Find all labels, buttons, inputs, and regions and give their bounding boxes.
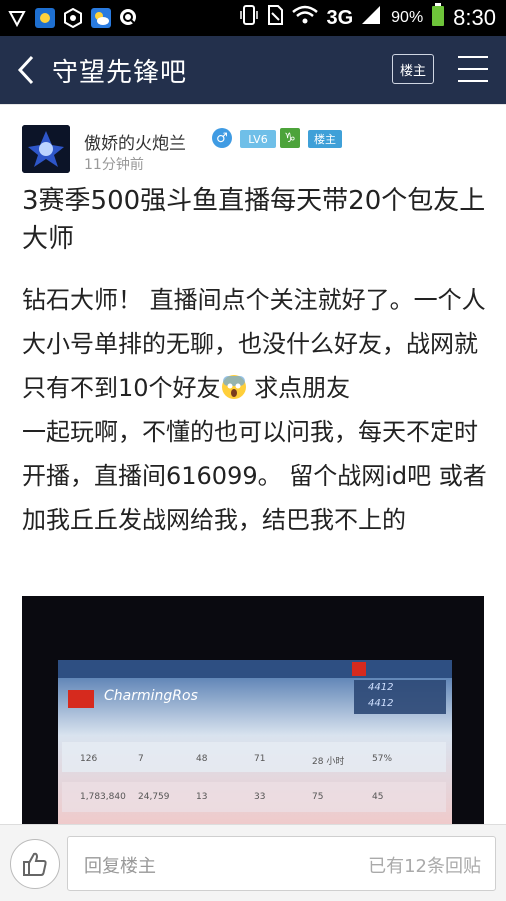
photo-player-name: CharmingRos [104,688,198,704]
reply-bar: 回复楼主 已有12条回贴 [0,824,506,901]
author-name[interactable]: 傲娇的火炮兰 [84,129,186,154]
owner-badge: 楼主 [308,130,342,148]
vibrate-icon [240,4,259,32]
photo-stat: 7 [138,754,144,764]
post-body: 钻石大师！ 直播间点个关注就好了。一个人大小号单排的无聊，也没什么好友，战网就只… [22,278,496,542]
post-author: 傲娇的火炮兰 ♂ LV6 ♑ 楼主 11分钟前 [22,125,492,175]
photo-stat: 75 [312,792,324,802]
photo-stat: 28 小时 [312,757,345,767]
weather-sun-icon [34,7,56,29]
post-body-text-3: 一起玩啊，不懂的也可以问我，每天不定时开播，直播间616099。 留个战网id吧… [22,418,487,534]
back-button[interactable] [4,36,48,104]
clock: 8:30 [453,5,496,30]
avatar[interactable] [22,125,70,173]
photo-stat: 57% [372,754,393,764]
reply-input[interactable]: 回复楼主 已有12条回贴 [67,836,496,891]
post-body-paragraph: 钻石大师！ 直播间点个关注就好了。一个人大小号单排的无聊，也没什么好友，战网就只… [22,278,496,410]
signal-icon [361,5,383,31]
settings-hex-icon [62,7,84,29]
reply-count: 已有12条回贴 [368,856,481,877]
no-sim-icon [266,4,284,32]
battery-icon [431,3,445,33]
post-body-paragraph-2: 一起玩啊，不懂的也可以问我，每天不定时开播，直播间616099。 留个战网id吧… [22,410,496,542]
search-bubble-icon [118,7,140,29]
photo-stat: 71 [254,754,266,764]
menu-icon [458,56,488,58]
network-type: 3G [326,6,354,29]
chevron-left-icon [17,55,34,85]
only-owner-button[interactable]: 楼主 [392,54,434,84]
divider [0,104,506,105]
avatar-image [22,125,70,173]
post-title: 3赛季500强斗鱼直播每天带20个包友上大师 [22,186,486,254]
photo-stat: 33 [254,792,266,802]
photo-sr-2: 4412 [368,698,394,709]
photo-stat: 126 [80,754,98,764]
weather-cloud-icon [90,7,112,29]
shield-icon [6,7,28,29]
post-image[interactable]: CharmingRos 4412 4412 126 7 48 71 28 小时 … [22,596,484,824]
post-body-text-2: 求点朋友 [246,374,351,402]
capricorn-icon: ♑ [280,128,300,148]
like-button[interactable] [10,839,60,889]
nav-bar: 守望先锋吧 楼主 [0,36,506,104]
male-icon: ♂ [212,128,232,148]
menu-button[interactable] [458,56,488,82]
post-time: 11分钟前 [84,157,144,173]
photo-stat: 1,783,840 [80,792,126,802]
photo-stat: 13 [196,792,208,802]
forum-title: 守望先锋吧 [52,57,188,88]
photo-stat: 45 [372,792,384,802]
status-bar: 3G 90% 8:30 [0,0,506,36]
level-badge: LV6 [240,130,276,148]
scared-emoji-icon [221,375,246,399]
wifi-icon [292,5,319,31]
photo-sr-1: 4412 [368,682,394,693]
reply-placeholder: 回复楼主 [84,856,156,877]
photo-stat: 24,759 [138,792,170,802]
photo-stat: 48 [196,754,208,764]
thumbs-up-icon [23,852,47,876]
post-photo [22,596,484,824]
battery-percent: 90% [391,9,424,26]
